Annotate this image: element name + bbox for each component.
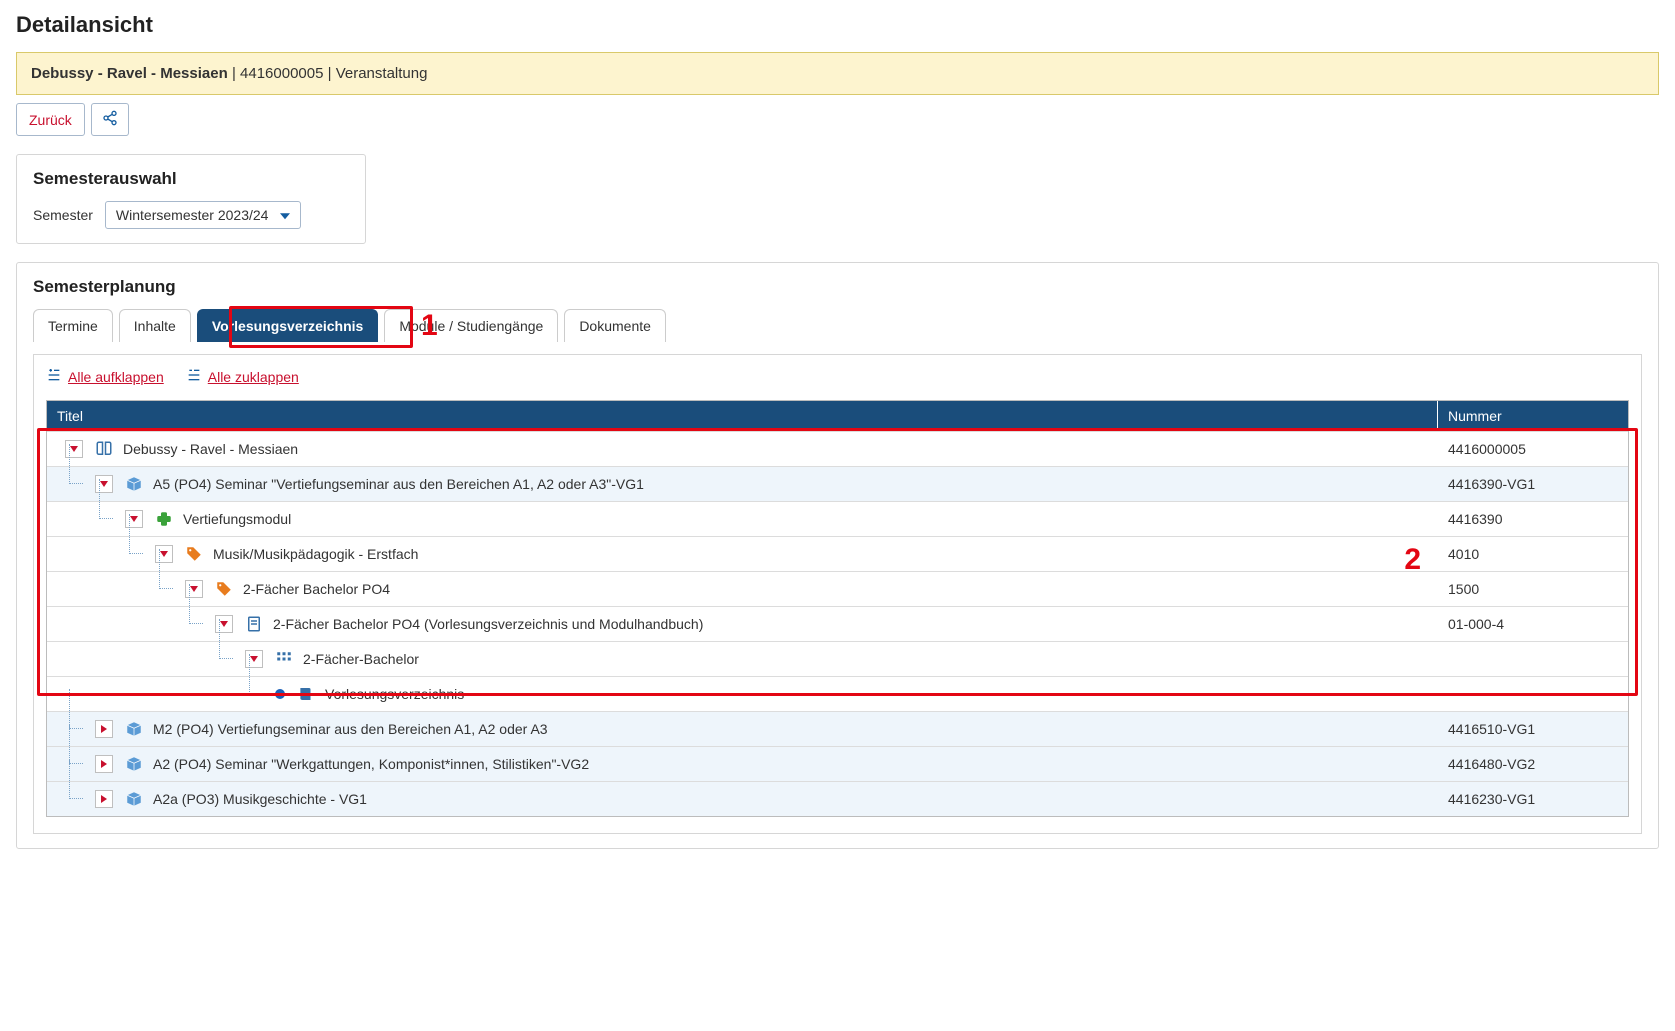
collapse-all-icon bbox=[186, 367, 202, 386]
tree-row: M2 (PO4) Vertiefungseminar aus den Berei… bbox=[47, 711, 1628, 746]
tree-row: 2-Fächer-Bachelor bbox=[47, 641, 1628, 676]
col-number-header: Nummer bbox=[1438, 401, 1628, 431]
node-number: 01-000-4 bbox=[1438, 611, 1628, 637]
tag-icon bbox=[215, 580, 233, 598]
tab-termine[interactable]: Termine bbox=[33, 309, 113, 342]
node-number: 1500 bbox=[1438, 576, 1628, 602]
tag-icon bbox=[185, 545, 203, 563]
expand-toggle[interactable] bbox=[95, 755, 113, 773]
course-name: Debussy - Ravel - Messiaen bbox=[31, 65, 228, 82]
tree-row: A2a (PO3) Musikgeschichte - VG1 4416230-V… bbox=[47, 781, 1628, 816]
page-title: Detailansicht bbox=[16, 12, 1659, 38]
node-label[interactable]: 2-Fächer-Bachelor bbox=[301, 651, 419, 667]
grid-icon bbox=[275, 650, 293, 668]
node-number bbox=[1438, 654, 1628, 664]
col-title-header: Titel bbox=[47, 401, 1438, 431]
share-button[interactable] bbox=[91, 103, 129, 136]
expand-all-link[interactable]: Alle aufklappen bbox=[46, 367, 164, 386]
puzzle-icon bbox=[155, 510, 173, 528]
tree-row: 2-Fächer Bachelor PO4 (Vorlesungsverzeic… bbox=[47, 606, 1628, 641]
course-id: 4416000005 bbox=[240, 65, 323, 82]
info-bar: Debussy - Ravel - Messiaen | 4416000005 … bbox=[16, 52, 1659, 95]
tree-row: Musik/Musikpädagogik - Erstfach 4010 bbox=[47, 536, 1628, 571]
semester-label: Semester bbox=[33, 207, 93, 223]
share-icon bbox=[102, 110, 118, 129]
book2-icon bbox=[297, 685, 315, 703]
tree-row: 2-Fächer Bachelor PO4 1500 bbox=[47, 571, 1628, 606]
node-label[interactable]: Musik/Musikpädagogik - Erstfach bbox=[211, 546, 418, 562]
node-label[interactable]: 2-Fächer Bachelor PO4 (Vorlesungsverzeic… bbox=[271, 616, 703, 632]
node-label[interactable]: Debussy - Ravel - Messiaen bbox=[121, 441, 298, 457]
semester-select[interactable]: Wintersemester 2023/24 bbox=[105, 201, 302, 229]
tree-table: Titel Nummer Debussy - Ravel - Messiaen 4… bbox=[46, 400, 1629, 817]
pkg-icon bbox=[125, 475, 143, 493]
tab-module-studieng-nge[interactable]: Module / Studiengänge bbox=[384, 309, 558, 342]
tab-dokumente[interactable]: Dokumente bbox=[564, 309, 666, 342]
node-label[interactable]: M2 (PO4) Vertiefungseminar aus den Berei… bbox=[151, 721, 548, 737]
tree-row: Vertiefungsmodul 4416390 bbox=[47, 501, 1628, 536]
node-number: 4416480-VG2 bbox=[1438, 751, 1628, 777]
expand-all-icon bbox=[46, 367, 62, 386]
collapse-all-link[interactable]: Alle zuklappen bbox=[186, 367, 299, 386]
annotation-1: 1 bbox=[421, 309, 438, 343]
expand-toggle[interactable] bbox=[95, 790, 113, 808]
node-label[interactable]: Vorlesungsverzeichnis bbox=[323, 686, 464, 702]
doc-icon bbox=[245, 615, 263, 633]
node-number: 4416390-VG1 bbox=[1438, 471, 1628, 497]
node-label[interactable]: Vertiefungsmodul bbox=[181, 511, 291, 527]
tree-row: Debussy - Ravel - Messiaen 4416000005 bbox=[47, 431, 1628, 466]
tree-row: Vorlesungsverzeichnis bbox=[47, 676, 1628, 711]
course-type: Veranstaltung bbox=[336, 65, 428, 82]
leaf-bullet-icon bbox=[275, 689, 285, 699]
node-number bbox=[1438, 689, 1628, 699]
node-label[interactable]: 2-Fächer Bachelor PO4 bbox=[241, 581, 390, 597]
tree-row: A5 (PO4) Seminar "Vertiefungseminar aus … bbox=[47, 466, 1628, 501]
tabs: TermineInhalteVorlesungsverzeichnisModul… bbox=[33, 309, 1642, 342]
back-button[interactable]: Zurück bbox=[16, 103, 85, 136]
node-number: 4416000005 bbox=[1438, 436, 1628, 462]
tree-row: A2 (PO4) Seminar "Werkgattungen, Komponi… bbox=[47, 746, 1628, 781]
planning-title: Semesterplanung bbox=[33, 277, 1642, 297]
book-icon bbox=[95, 440, 113, 458]
expand-toggle[interactable] bbox=[95, 720, 113, 738]
node-number: 4010 bbox=[1438, 541, 1628, 567]
pkg-icon bbox=[125, 755, 143, 773]
node-label[interactable]: A5 (PO4) Seminar "Vertiefungseminar aus … bbox=[151, 476, 644, 492]
tab-vorlesungsverzeichnis[interactable]: Vorlesungsverzeichnis bbox=[197, 309, 378, 342]
node-number: 4416510-VG1 bbox=[1438, 716, 1628, 742]
node-label[interactable]: A2a (PO3) Musikgeschichte - VG1 bbox=[151, 791, 367, 807]
node-label[interactable]: A2 (PO4) Seminar "Werkgattungen, Komponi… bbox=[151, 756, 589, 772]
tab-inhalte[interactable]: Inhalte bbox=[119, 309, 191, 342]
annotation-2: 2 bbox=[1404, 543, 1421, 577]
node-number: 4416230-VG1 bbox=[1438, 786, 1628, 812]
semester-panel-title: Semesterauswahl bbox=[33, 169, 349, 189]
pkg-icon bbox=[125, 790, 143, 808]
pkg-icon bbox=[125, 720, 143, 738]
node-number: 4416390 bbox=[1438, 506, 1628, 532]
